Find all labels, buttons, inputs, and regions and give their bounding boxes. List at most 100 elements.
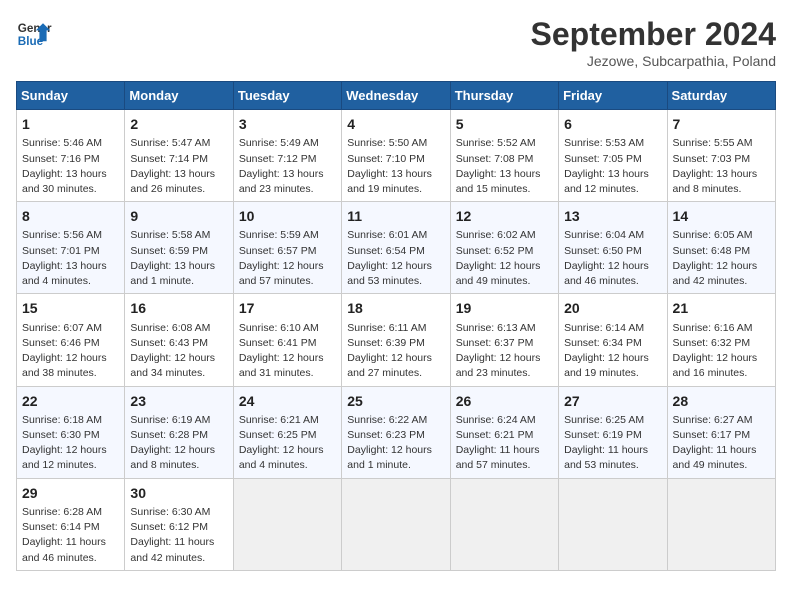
day-info: Sunrise: 6:28 AM Sunset: 6:14 PM Dayligh… xyxy=(22,505,119,566)
day-cell: 20 Sunrise: 6:14 AM Sunset: 6:34 PM Dayli… xyxy=(559,294,667,386)
day-cell: 21Sunrise: 6:16 AM Sunset: 6:32 PM Dayli… xyxy=(667,294,775,386)
day-number: 18 xyxy=(347,298,444,318)
col-header-wednesday: Wednesday xyxy=(342,82,450,110)
day-cell: 2Sunrise: 5:47 AM Sunset: 7:14 PM Daylig… xyxy=(125,110,233,202)
day-cell xyxy=(233,478,341,570)
week-row-1: 1Sunrise: 5:46 AM Sunset: 7:16 PM Daylig… xyxy=(17,110,776,202)
title-area: September 2024 Jezowe, Subcarpathia, Pol… xyxy=(531,16,776,69)
day-number: 1 xyxy=(22,114,119,134)
day-number: 5 xyxy=(456,114,553,134)
day-info: Sunrise: 6:05 AM Sunset: 6:48 PM Dayligh… xyxy=(673,228,770,289)
day-info: Sunrise: 5:53 AM Sunset: 7:05 PM Dayligh… xyxy=(564,136,661,197)
day-info: Sunrise: 6:10 AM Sunset: 6:41 PM Dayligh… xyxy=(239,321,336,382)
day-info: Sunrise: 6:02 AM Sunset: 6:52 PM Dayligh… xyxy=(456,228,553,289)
day-cell: 26Sunrise: 6:24 AM Sunset: 6:21 PM Dayli… xyxy=(450,386,558,478)
day-info: Sunrise: 6:21 AM Sunset: 6:25 PM Dayligh… xyxy=(239,413,336,474)
day-cell: 1Sunrise: 5:46 AM Sunset: 7:16 PM Daylig… xyxy=(17,110,125,202)
day-number: 10 xyxy=(239,206,336,226)
day-info: Sunrise: 5:49 AM Sunset: 7:12 PM Dayligh… xyxy=(239,136,336,197)
day-number: 8 xyxy=(22,206,119,226)
day-cell: 13Sunrise: 6:04 AM Sunset: 6:50 PM Dayli… xyxy=(559,202,667,294)
day-info: Sunrise: 5:46 AM Sunset: 7:16 PM Dayligh… xyxy=(22,136,119,197)
day-cell: 15 Sunrise: 6:07 AM Sunset: 6:46 PM Dayli… xyxy=(17,294,125,386)
day-cell: 7Sunrise: 5:55 AM Sunset: 7:03 PM Daylig… xyxy=(667,110,775,202)
week-row-2: 8Sunrise: 5:56 AM Sunset: 7:01 PM Daylig… xyxy=(17,202,776,294)
day-cell: 28Sunrise: 6:27 AM Sunset: 6:17 PM Dayli… xyxy=(667,386,775,478)
week-row-3: 15 Sunrise: 6:07 AM Sunset: 6:46 PM Dayli… xyxy=(17,294,776,386)
day-info: Sunrise: 6:18 AM Sunset: 6:30 PM Dayligh… xyxy=(22,413,119,474)
week-row-5: 29Sunrise: 6:28 AM Sunset: 6:14 PM Dayli… xyxy=(17,478,776,570)
day-number: 4 xyxy=(347,114,444,134)
day-info: Sunrise: 5:59 AM Sunset: 6:57 PM Dayligh… xyxy=(239,228,336,289)
day-cell xyxy=(559,478,667,570)
day-cell: 29Sunrise: 6:28 AM Sunset: 6:14 PM Dayli… xyxy=(17,478,125,570)
day-number: 11 xyxy=(347,206,444,226)
day-info: Sunrise: 5:47 AM Sunset: 7:14 PM Dayligh… xyxy=(130,136,227,197)
day-cell: 24Sunrise: 6:21 AM Sunset: 6:25 PM Dayli… xyxy=(233,386,341,478)
day-cell: 12Sunrise: 6:02 AM Sunset: 6:52 PM Dayli… xyxy=(450,202,558,294)
day-cell: 10Sunrise: 5:59 AM Sunset: 6:57 PM Dayli… xyxy=(233,202,341,294)
week-row-4: 22Sunrise: 6:18 AM Sunset: 6:30 PM Dayli… xyxy=(17,386,776,478)
day-cell: 9Sunrise: 5:58 AM Sunset: 6:59 PM Daylig… xyxy=(125,202,233,294)
day-info: Sunrise: 6:30 AM Sunset: 6:12 PM Dayligh… xyxy=(130,505,227,566)
day-number: 23 xyxy=(130,391,227,411)
col-header-sunday: Sunday xyxy=(17,82,125,110)
day-info: Sunrise: 6:24 AM Sunset: 6:21 PM Dayligh… xyxy=(456,413,553,474)
day-info: Sunrise: 5:50 AM Sunset: 7:10 PM Dayligh… xyxy=(347,136,444,197)
day-info: Sunrise: 6:07 AM Sunset: 6:46 PM Dayligh… xyxy=(22,321,119,382)
day-cell: 17 Sunrise: 6:10 AM Sunset: 6:41 PM Dayli… xyxy=(233,294,341,386)
day-number: 12 xyxy=(456,206,553,226)
day-number: 6 xyxy=(564,114,661,134)
day-number: 27 xyxy=(564,391,661,411)
day-info: Sunrise: 5:56 AM Sunset: 7:01 PM Dayligh… xyxy=(22,228,119,289)
day-number: 15 xyxy=(22,298,119,318)
col-header-monday: Monday xyxy=(125,82,233,110)
col-header-thursday: Thursday xyxy=(450,82,558,110)
day-number: 28 xyxy=(673,391,770,411)
day-cell: 25Sunrise: 6:22 AM Sunset: 6:23 PM Dayli… xyxy=(342,386,450,478)
day-number: 20 xyxy=(564,298,661,318)
day-number: 19 xyxy=(456,298,553,318)
day-cell xyxy=(450,478,558,570)
day-number: 30 xyxy=(130,483,227,503)
day-number: 25 xyxy=(347,391,444,411)
day-number: 24 xyxy=(239,391,336,411)
day-cell: 19 Sunrise: 6:13 AM Sunset: 6:37 PM Dayli… xyxy=(450,294,558,386)
day-number: 13 xyxy=(564,206,661,226)
logo: General Blue xyxy=(16,16,52,52)
col-header-saturday: Saturday xyxy=(667,82,775,110)
day-info: Sunrise: 6:08 AM Sunset: 6:43 PM Dayligh… xyxy=(130,321,227,382)
day-info: Sunrise: 6:22 AM Sunset: 6:23 PM Dayligh… xyxy=(347,413,444,474)
day-info: Sunrise: 5:58 AM Sunset: 6:59 PM Dayligh… xyxy=(130,228,227,289)
day-info: Sunrise: 5:55 AM Sunset: 7:03 PM Dayligh… xyxy=(673,136,770,197)
day-cell: 3Sunrise: 5:49 AM Sunset: 7:12 PM Daylig… xyxy=(233,110,341,202)
calendar-body: 1Sunrise: 5:46 AM Sunset: 7:16 PM Daylig… xyxy=(17,110,776,571)
day-cell: 4Sunrise: 5:50 AM Sunset: 7:10 PM Daylig… xyxy=(342,110,450,202)
day-info: Sunrise: 6:25 AM Sunset: 6:19 PM Dayligh… xyxy=(564,413,661,474)
location-subtitle: Jezowe, Subcarpathia, Poland xyxy=(531,53,776,69)
day-number: 17 xyxy=(239,298,336,318)
day-number: 16 xyxy=(130,298,227,318)
day-info: Sunrise: 6:16 AM Sunset: 6:32 PM Dayligh… xyxy=(673,321,770,382)
day-number: 7 xyxy=(673,114,770,134)
calendar-header-row: SundayMondayTuesdayWednesdayThursdayFrid… xyxy=(17,82,776,110)
day-info: Sunrise: 6:04 AM Sunset: 6:50 PM Dayligh… xyxy=(564,228,661,289)
day-cell: 27Sunrise: 6:25 AM Sunset: 6:19 PM Dayli… xyxy=(559,386,667,478)
day-info: Sunrise: 6:11 AM Sunset: 6:39 PM Dayligh… xyxy=(347,321,444,382)
day-cell: 18 Sunrise: 6:11 AM Sunset: 6:39 PM Dayli… xyxy=(342,294,450,386)
day-info: Sunrise: 6:13 AM Sunset: 6:37 PM Dayligh… xyxy=(456,321,553,382)
day-info: Sunrise: 6:19 AM Sunset: 6:28 PM Dayligh… xyxy=(130,413,227,474)
day-number: 26 xyxy=(456,391,553,411)
day-cell xyxy=(342,478,450,570)
day-info: Sunrise: 6:27 AM Sunset: 6:17 PM Dayligh… xyxy=(673,413,770,474)
day-number: 9 xyxy=(130,206,227,226)
day-cell: 14Sunrise: 6:05 AM Sunset: 6:48 PM Dayli… xyxy=(667,202,775,294)
day-cell: 22Sunrise: 6:18 AM Sunset: 6:30 PM Dayli… xyxy=(17,386,125,478)
day-cell: 11Sunrise: 6:01 AM Sunset: 6:54 PM Dayli… xyxy=(342,202,450,294)
day-info: Sunrise: 6:01 AM Sunset: 6:54 PM Dayligh… xyxy=(347,228,444,289)
day-number: 3 xyxy=(239,114,336,134)
day-info: Sunrise: 6:14 AM Sunset: 6:34 PM Dayligh… xyxy=(564,321,661,382)
day-cell: 5Sunrise: 5:52 AM Sunset: 7:08 PM Daylig… xyxy=(450,110,558,202)
day-cell: 16 Sunrise: 6:08 AM Sunset: 6:43 PM Dayli… xyxy=(125,294,233,386)
col-header-friday: Friday xyxy=(559,82,667,110)
